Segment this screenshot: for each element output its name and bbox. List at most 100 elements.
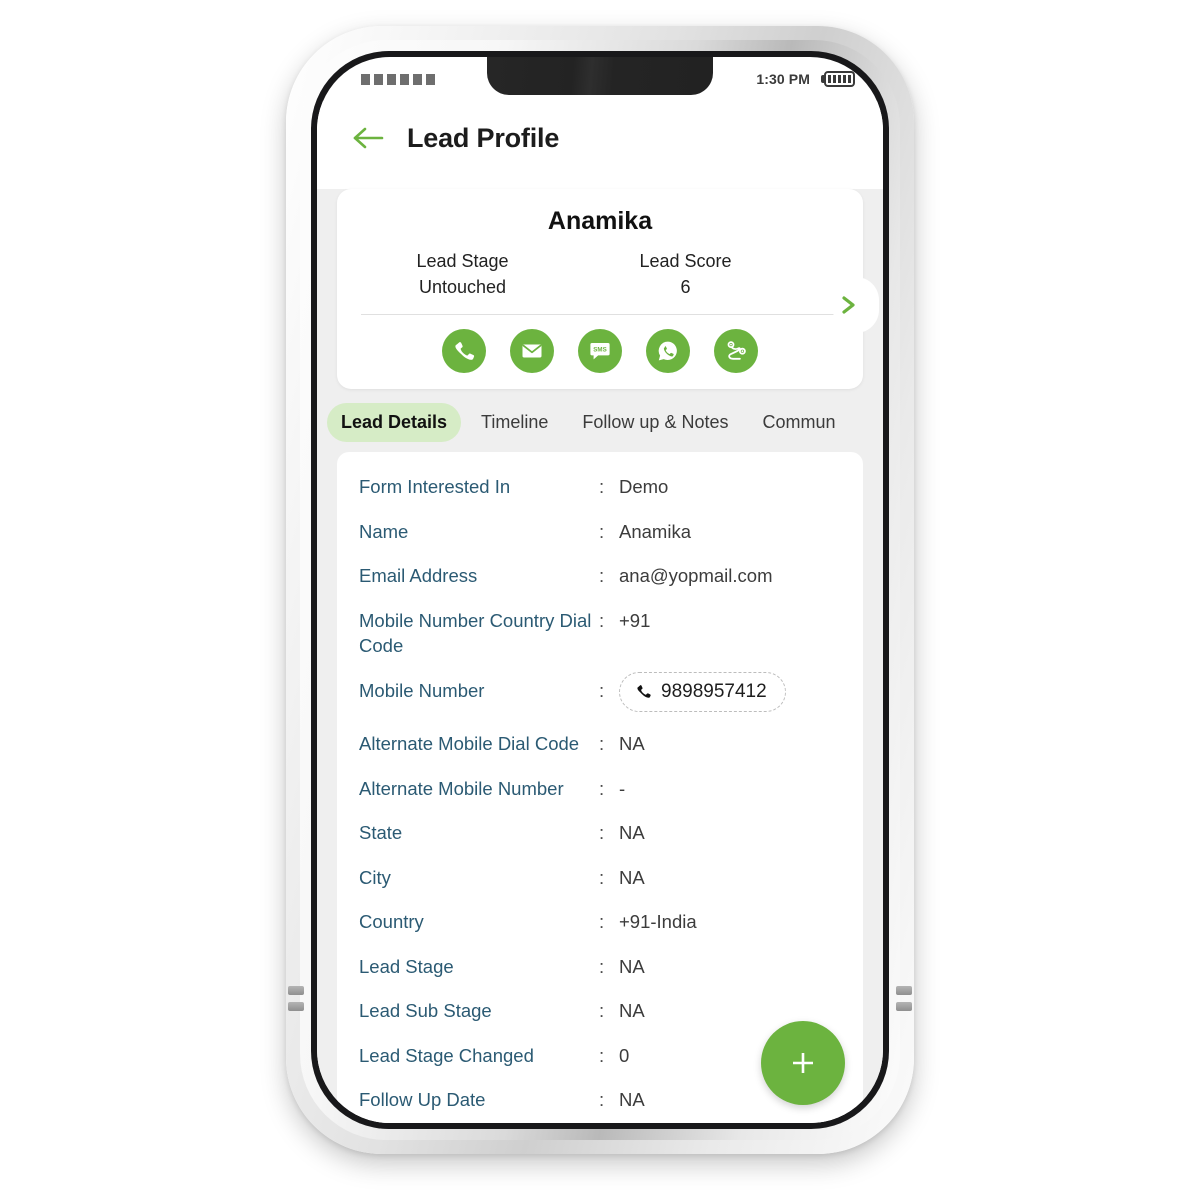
detail-label: State: [359, 822, 403, 844]
detail-row: State : NA: [359, 820, 841, 846]
detail-label: Lead Stage: [359, 955, 454, 977]
detail-separator: :: [599, 866, 605, 888]
lead-stage-label: Lead Stage: [416, 251, 509, 271]
detail-value: NA: [619, 822, 645, 844]
route-action-button[interactable]: [714, 329, 758, 374]
detail-row: Follow Up Date : NA: [359, 1087, 841, 1113]
detail-row: Alternate Mobile Dial Code : NA: [359, 731, 841, 757]
svg-text:SMS: SMS: [593, 346, 606, 353]
detail-label: Lead Sub Stage: [359, 1000, 492, 1022]
plus-icon: [793, 1053, 813, 1073]
signal-strength-icon: [361, 73, 435, 85]
detail-value: NA: [619, 1000, 645, 1022]
detail-separator: :: [599, 911, 605, 933]
page-title: Lead Profile: [407, 122, 560, 153]
volume-up-button[interactable]: [288, 986, 304, 995]
detail-row: Email Address : ana@yopmail.com: [359, 563, 841, 589]
lead-score-value: 6: [680, 277, 691, 298]
detail-label: Email Address: [359, 565, 478, 587]
lead-stats: Lead Stage Untouched Lead Score 6: [337, 248, 863, 300]
quick-actions: SMS: [337, 315, 863, 375]
screenshot-stage: 1:30 PM Lead Profile Anamika Lead Stage …: [0, 0, 1200, 1200]
app-bar: Lead Profile: [317, 101, 883, 175]
phone-screen: 1:30 PM Lead Profile Anamika Lead Stage …: [317, 57, 883, 1123]
detail-separator: :: [599, 679, 605, 701]
volume-down-button[interactable]: [288, 1002, 304, 1011]
tab-follow-up-notes[interactable]: Follow up & Notes: [568, 403, 742, 442]
tab-lead-details[interactable]: Lead Details: [327, 403, 462, 443]
detail-row: Country : +91-India: [359, 909, 841, 935]
app-content: Anamika Lead Stage Untouched Lead Score …: [317, 189, 883, 1123]
detail-separator: :: [599, 732, 605, 754]
phone-number-text: 9898957412: [661, 680, 767, 702]
battery-icon: [821, 71, 855, 87]
detail-label: Mobile Number: [359, 679, 485, 701]
detail-row: Form Interested In : Demo: [359, 474, 841, 500]
lead-score-stat: Lead Score 6: [586, 248, 837, 300]
detail-label: Name: [359, 520, 409, 542]
lead-stage-value: Untouched: [418, 277, 507, 298]
add-button-fab[interactable]: [761, 1021, 845, 1105]
side-button-secondary[interactable]: [896, 1002, 912, 1011]
lead-name: Anamika: [547, 207, 653, 235]
lead-profile-card: Anamika Lead Stage Untouched Lead Score …: [337, 189, 879, 390]
detail-row: City : NA: [359, 865, 841, 891]
lead-details-card: Form Interested In : Demo Name : Anamika…: [337, 452, 863, 1123]
detail-value: -: [619, 777, 626, 799]
route-pin-icon: [727, 341, 746, 360]
detail-value: 9898957412: [619, 671, 841, 712]
detail-value: +91-India: [619, 911, 697, 933]
detail-label: Alternate Mobile Dial Code: [359, 732, 580, 754]
detail-separator: :: [599, 1044, 605, 1066]
detail-value: Demo: [619, 476, 669, 498]
phone-icon: [455, 342, 475, 361]
expand-lead-card-button[interactable]: [833, 277, 879, 333]
detail-separator: :: [599, 822, 605, 844]
sms-action-button[interactable]: SMS: [578, 329, 622, 374]
tab-timeline[interactable]: Timeline: [467, 403, 562, 442]
detail-value: NA: [619, 732, 645, 754]
email-action-button[interactable]: [510, 329, 554, 374]
phone-number-chip[interactable]: 9898957412: [619, 671, 786, 712]
detail-value: Anamika: [619, 520, 691, 542]
detail-label: Form Interested In: [359, 476, 511, 498]
detail-value: ana@yopmail.com: [619, 565, 773, 587]
detail-separator: :: [599, 520, 605, 542]
whatsapp-icon: [658, 341, 677, 361]
phone-icon: [637, 685, 651, 699]
status-bar-clock: 1:30 PM: [756, 71, 810, 87]
detail-separator: :: [599, 565, 605, 587]
detail-row: Lead Sub Stage : NA: [359, 998, 841, 1024]
detail-row-mobile-number: Mobile Number : 9898957412: [359, 671, 841, 712]
call-action-button[interactable]: [442, 329, 486, 374]
whatsapp-action-button[interactable]: [646, 329, 690, 374]
power-button[interactable]: [896, 986, 912, 995]
envelope-icon: [522, 344, 542, 358]
detail-value: +91: [619, 609, 651, 631]
detail-label: Lead Stage Changed: [359, 1044, 534, 1066]
detail-separator: :: [599, 609, 605, 631]
display-notch: [487, 57, 713, 95]
detail-row: Alternate Mobile Number : -: [359, 776, 841, 802]
sms-bubble-icon: SMS: [590, 343, 610, 360]
detail-separator: :: [599, 777, 605, 799]
detail-separator: :: [599, 476, 605, 498]
detail-separator: :: [599, 955, 605, 977]
detail-value: NA: [619, 955, 645, 977]
detail-row: Mobile Number Country Dial Code : +91: [359, 608, 841, 659]
chevron-right-icon: [842, 296, 855, 314]
detail-row: Name : Anamika: [359, 519, 841, 545]
detail-separator: :: [599, 1089, 605, 1111]
detail-label: Alternate Mobile Number: [359, 777, 564, 799]
lead-stage-stat: Lead Stage Untouched: [363, 248, 586, 300]
lead-score-label: Lead Score: [639, 251, 732, 271]
tab-communication[interactable]: Commun: [748, 403, 849, 442]
detail-row: Lead Stage : NA: [359, 954, 841, 980]
detail-label: Mobile Number Country Dial Code: [359, 609, 592, 657]
detail-label: Follow Up Date: [359, 1089, 486, 1111]
arrow-left-icon[interactable]: [351, 123, 385, 153]
detail-separator: :: [599, 1000, 605, 1022]
lead-tabs: Lead Details Timeline Follow up & Notes …: [317, 389, 883, 452]
detail-label: City: [359, 866, 391, 888]
detail-value: NA: [619, 866, 645, 888]
